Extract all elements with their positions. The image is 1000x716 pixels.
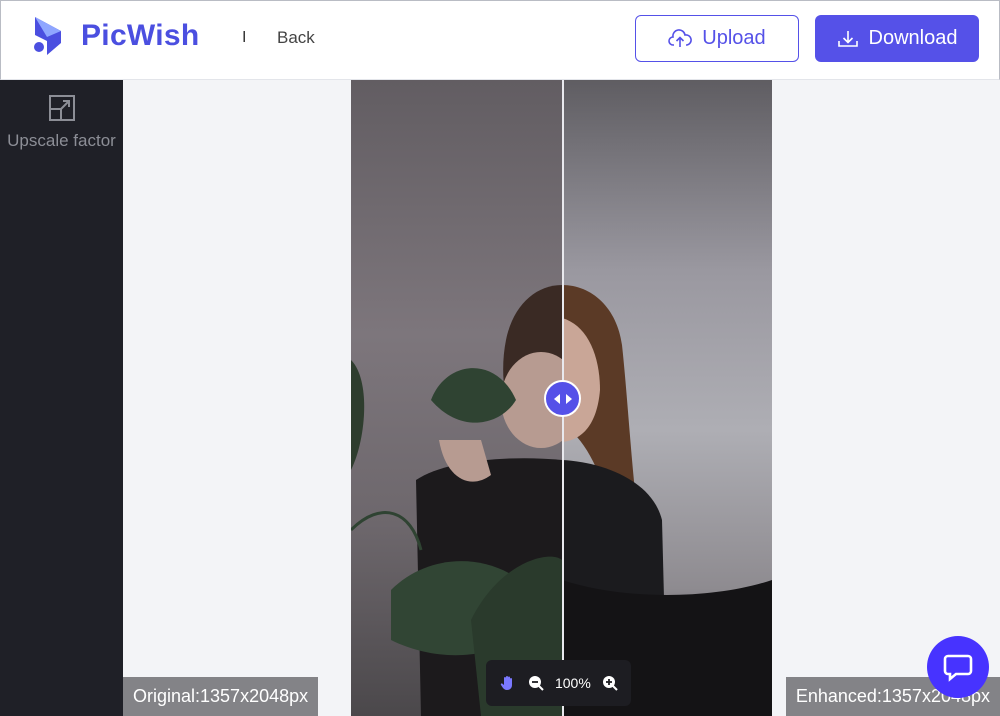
enhanced-image	[562, 80, 772, 716]
download-button[interactable]: Download	[815, 15, 979, 62]
header-separator: I	[242, 29, 247, 46]
sidebar-item-upscale-factor[interactable]: Upscale factor	[0, 94, 123, 152]
left-right-arrows-icon	[553, 393, 572, 404]
download-label: Download	[868, 27, 958, 49]
zoom-level: 100%	[554, 675, 591, 691]
original-size-label: Original:1357x2048px	[123, 677, 319, 716]
header: PicWish I Back Upload Download	[0, 0, 1000, 80]
original-photo-illustration	[351, 285, 581, 716]
cloud-upload-icon	[668, 28, 693, 47]
picwish-logo[interactable]: PicWish	[31, 13, 200, 59]
zoom-out-icon	[529, 676, 544, 691]
zoom-in-button[interactable]	[602, 675, 618, 691]
brand-name: PicWish	[81, 19, 200, 52]
chat-support-button[interactable]	[927, 636, 989, 698]
upscale-icon	[48, 95, 75, 121]
zoom-toolbar: 100%	[486, 660, 631, 706]
enhanced-photo-illustration	[562, 285, 772, 716]
upload-button[interactable]: Upload	[635, 15, 799, 62]
split-handle[interactable]	[544, 380, 581, 417]
chat-bubble-icon	[943, 654, 973, 682]
sidebar: Upscale factor	[0, 80, 123, 716]
back-link[interactable]: Back	[277, 28, 315, 48]
zoom-in-icon	[602, 676, 618, 691]
image-canvas: 100% Original:1357x2048px Enhanced:1357x…	[123, 80, 1000, 716]
download-icon	[837, 30, 858, 47]
upload-label: Upload	[702, 27, 766, 49]
hand-icon	[501, 676, 513, 690]
sidebar-item-label: Upscale factor	[7, 131, 116, 150]
original-image	[351, 80, 581, 716]
comparison-photo	[351, 80, 772, 716]
hand-pan-button[interactable]	[499, 674, 517, 692]
picwish-logo-icon	[34, 17, 61, 55]
zoom-out-button[interactable]	[528, 675, 544, 691]
